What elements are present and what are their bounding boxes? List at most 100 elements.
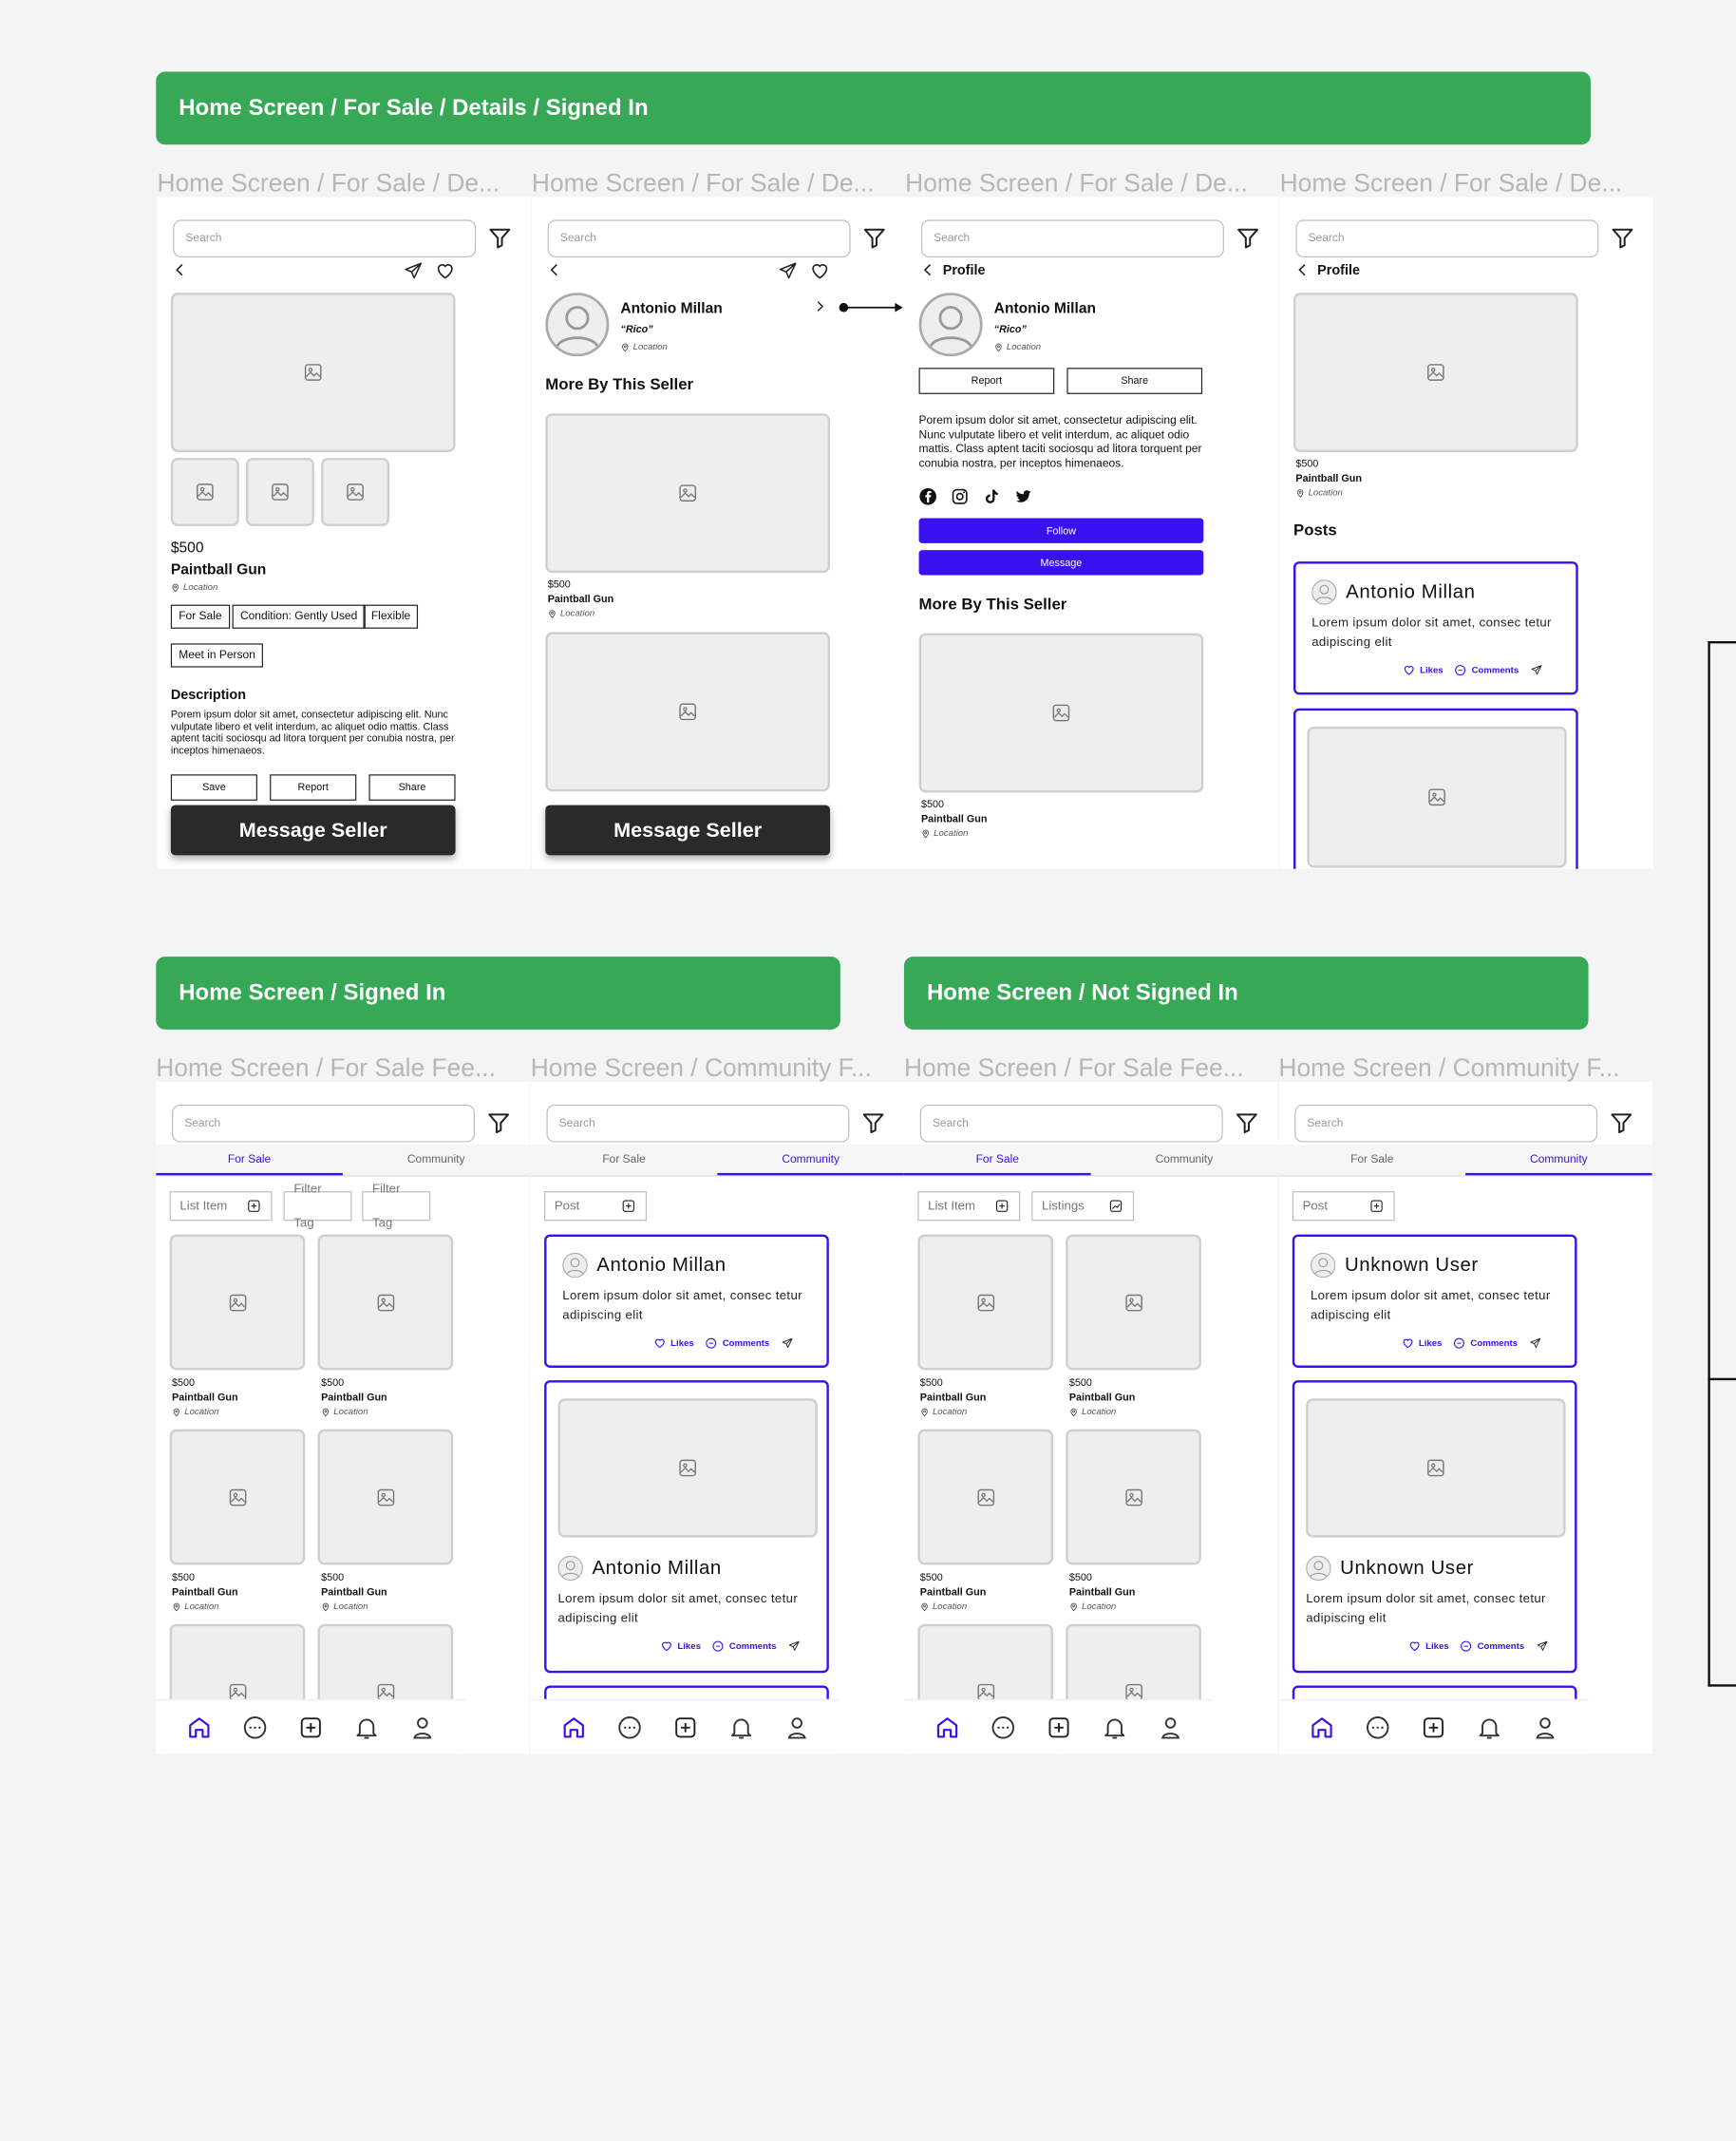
likes-button[interactable]: Likes xyxy=(1402,1337,1442,1350)
tab-for-sale[interactable]: For Sale xyxy=(531,1145,718,1175)
bell-icon[interactable] xyxy=(727,1714,755,1741)
twitter-icon[interactable] xyxy=(1014,487,1032,505)
thumbnail[interactable] xyxy=(245,457,314,526)
search-input[interactable]: Search xyxy=(1294,1104,1598,1143)
list-item-button[interactable]: List Item xyxy=(169,1191,273,1222)
send-icon[interactable] xyxy=(778,261,799,282)
heart-icon[interactable] xyxy=(809,261,830,282)
message-button[interactable]: Message xyxy=(918,550,1204,576)
bell-icon[interactable] xyxy=(352,1714,380,1741)
filter-tag-button[interactable]: Filter Tag xyxy=(283,1183,352,1230)
share-button[interactable]: Share xyxy=(1066,368,1203,394)
comments-button[interactable]: Comments xyxy=(706,1337,769,1350)
listing-image[interactable] xyxy=(317,1429,454,1565)
add-icon[interactable] xyxy=(671,1714,699,1741)
search-input[interactable]: Search xyxy=(920,219,1224,257)
add-icon[interactable] xyxy=(1420,1714,1447,1741)
post-card[interactable] xyxy=(1293,708,1578,869)
search-input[interactable]: Search xyxy=(919,1104,1223,1143)
filter-icon[interactable] xyxy=(487,225,512,250)
send-icon[interactable] xyxy=(1536,1639,1548,1652)
user-icon[interactable] xyxy=(783,1714,810,1741)
comments-button[interactable]: Comments xyxy=(712,1639,776,1652)
listing-image[interactable] xyxy=(169,1429,306,1565)
post-card[interactable]: Unknown User Lorem ipsum dolor sit amet,… xyxy=(1292,1234,1577,1368)
post-button[interactable]: Post xyxy=(1292,1191,1395,1222)
send-icon[interactable] xyxy=(403,261,424,282)
search-input[interactable]: Search xyxy=(546,1104,850,1143)
bell-icon[interactable] xyxy=(1476,1714,1503,1741)
facebook-icon[interactable] xyxy=(919,487,937,505)
likes-button[interactable]: Likes xyxy=(660,1639,701,1652)
tab-community[interactable]: Community xyxy=(1091,1145,1278,1175)
search-input[interactable]: Search xyxy=(173,219,477,257)
chat-icon[interactable] xyxy=(616,1714,644,1741)
listing-image[interactable] xyxy=(917,1234,1054,1371)
post-card[interactable]: Antonio Millan Lorem ipsum dolor sit ame… xyxy=(544,1234,829,1368)
search-input[interactable]: Search xyxy=(1295,219,1599,257)
tiktok-icon[interactable] xyxy=(983,487,1001,505)
back-icon[interactable] xyxy=(171,261,189,279)
chevron-right-icon[interactable] xyxy=(812,298,828,314)
heart-icon[interactable] xyxy=(435,261,456,282)
listing-image[interactable] xyxy=(1066,1429,1201,1565)
add-icon[interactable] xyxy=(1046,1714,1073,1741)
tab-for-sale[interactable]: For Sale xyxy=(1278,1145,1465,1175)
home-icon[interactable] xyxy=(1309,1714,1336,1741)
listing-image[interactable] xyxy=(317,1234,454,1371)
back-icon[interactable] xyxy=(1293,261,1311,279)
tab-community[interactable]: Community xyxy=(1465,1145,1652,1176)
tag-meet-in-person[interactable]: Meet in Person xyxy=(170,643,264,668)
user-icon[interactable] xyxy=(1157,1714,1184,1741)
report-button[interactable]: Report xyxy=(918,368,1055,394)
filter-icon[interactable] xyxy=(1609,1110,1633,1135)
tab-for-sale[interactable]: For Sale xyxy=(903,1145,1091,1176)
message-seller-button[interactable]: Message Seller xyxy=(170,805,456,856)
share-button[interactable]: Share xyxy=(368,774,456,801)
list-item-button[interactable]: List Item xyxy=(917,1191,1021,1222)
seller-avatar[interactable] xyxy=(545,293,610,357)
chat-icon[interactable] xyxy=(1365,1714,1392,1741)
filter-icon[interactable] xyxy=(1610,225,1634,250)
filter-tag-button[interactable]: Filter Tag xyxy=(362,1183,431,1230)
listing-image[interactable] xyxy=(545,413,831,574)
tab-community[interactable]: Community xyxy=(343,1145,530,1175)
filter-icon[interactable] xyxy=(860,1110,885,1135)
back-icon[interactable] xyxy=(545,261,563,279)
listing-image[interactable] xyxy=(1293,293,1578,452)
instagram-icon[interactable] xyxy=(951,487,969,505)
send-icon[interactable] xyxy=(1529,1337,1541,1350)
listing-image[interactable] xyxy=(545,632,831,792)
tag-for-sale[interactable]: For Sale xyxy=(170,604,230,629)
listing-image[interactable] xyxy=(918,633,1204,793)
likes-button[interactable]: Likes xyxy=(1403,664,1444,676)
chat-icon[interactable] xyxy=(990,1714,1017,1741)
send-icon[interactable] xyxy=(1530,664,1542,676)
tag-flexible[interactable]: Flexible xyxy=(363,604,419,629)
tab-for-sale[interactable]: For Sale xyxy=(156,1145,343,1176)
filter-icon[interactable] xyxy=(1236,225,1260,250)
home-icon[interactable] xyxy=(186,1714,214,1741)
comments-button[interactable]: Comments xyxy=(1455,664,1519,676)
home-icon[interactable] xyxy=(934,1714,962,1741)
comments-button[interactable]: Comments xyxy=(1453,1337,1518,1350)
send-icon[interactable] xyxy=(781,1337,793,1350)
filter-icon[interactable] xyxy=(1235,1110,1259,1135)
add-icon[interactable] xyxy=(297,1714,325,1741)
listing-image[interactable] xyxy=(1066,1234,1201,1371)
report-button[interactable]: Report xyxy=(270,774,357,801)
home-icon[interactable] xyxy=(560,1714,588,1741)
back-icon[interactable] xyxy=(919,261,937,279)
tag-condition[interactable]: Condition: Gently Used xyxy=(232,604,366,629)
comments-button[interactable]: Comments xyxy=(1461,1639,1524,1652)
message-seller-button[interactable]: Message Seller xyxy=(545,805,831,856)
user-icon[interactable] xyxy=(1531,1714,1558,1741)
search-input[interactable]: Search xyxy=(547,219,851,257)
post-card[interactable]: Antonio Millan Lorem ipsum dolor sit ame… xyxy=(1293,561,1578,695)
filter-icon[interactable] xyxy=(486,1110,511,1135)
chat-icon[interactable] xyxy=(241,1714,269,1741)
bell-icon[interactable] xyxy=(1101,1714,1128,1741)
listing-image[interactable] xyxy=(917,1429,1054,1565)
search-input[interactable]: Search xyxy=(172,1104,475,1143)
post-button[interactable]: Post xyxy=(544,1191,648,1222)
